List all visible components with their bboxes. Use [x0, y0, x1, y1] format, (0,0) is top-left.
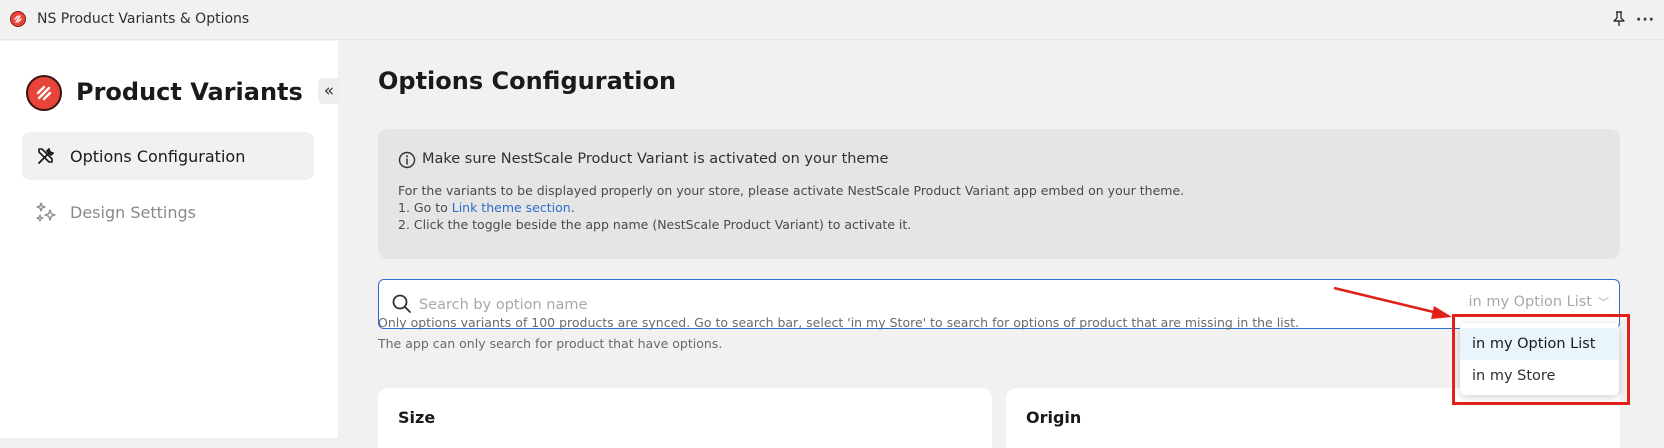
brand-title: Product Variants	[76, 78, 303, 106]
pin-icon[interactable]	[1612, 11, 1626, 27]
sparkles-icon	[36, 202, 56, 222]
activation-banner: Make sure NestScale Product Variant is a…	[378, 129, 1620, 259]
option-card-origin[interactable]: Origin	[1006, 388, 1620, 448]
sidebar-item-label: Options Configuration	[70, 146, 246, 166]
chevron-down-icon: ﹀	[1598, 296, 1609, 309]
banner-text: For the variants to be displayed properl…	[398, 183, 1185, 198]
search-hint: The app can only search for product that…	[378, 336, 723, 351]
banner-title: Make sure NestScale Product Variant is a…	[422, 151, 889, 167]
sidebar-item-options-configuration[interactable]: Options Configuration	[22, 132, 314, 180]
option-card-title: Size	[398, 408, 436, 427]
brand-logo-icon	[26, 75, 62, 111]
sync-hint: Only options variants of 100 products ar…	[378, 315, 1300, 330]
dropdown-option-store[interactable]: in my Store	[1460, 360, 1619, 392]
info-icon	[398, 151, 416, 169]
banner-step-1: 1. Go to Link theme section.	[398, 200, 575, 215]
page-title: Options Configuration	[378, 67, 677, 95]
tools-icon	[36, 146, 56, 166]
banner-step-1-prefix: 1. Go to	[398, 200, 452, 215]
banner-step-1-suffix: .	[570, 200, 575, 215]
window-title: NS Product Variants & Options	[37, 11, 250, 27]
app-logo-icon	[10, 11, 26, 27]
window-titlebar: NS Product Variants & Options ···	[0, 0, 1664, 40]
search-scope-value: in my Option List	[1468, 294, 1593, 310]
search-icon	[391, 293, 413, 315]
more-options-icon[interactable]: ···	[1636, 13, 1655, 27]
sidebar-item-label: Design Settings	[70, 202, 196, 222]
link-theme-section[interactable]: Link theme section	[452, 200, 571, 215]
sidebar: Product Variants « Options Configuration…	[0, 41, 340, 438]
option-card-title: Origin	[1026, 408, 1082, 427]
collapse-sidebar-button[interactable]: «	[318, 78, 340, 104]
option-card-size[interactable]: Size	[378, 388, 992, 448]
sidebar-item-design-settings[interactable]: Design Settings	[22, 188, 314, 236]
search-scope-select[interactable]: in my Option List ﹀	[1469, 294, 1610, 310]
banner-step-2: 2. Click the toggle beside the app name …	[398, 217, 912, 232]
search-scope-dropdown: in my Option List in my Store	[1460, 323, 1619, 395]
dropdown-option-option-list[interactable]: in my Option List	[1460, 328, 1619, 360]
